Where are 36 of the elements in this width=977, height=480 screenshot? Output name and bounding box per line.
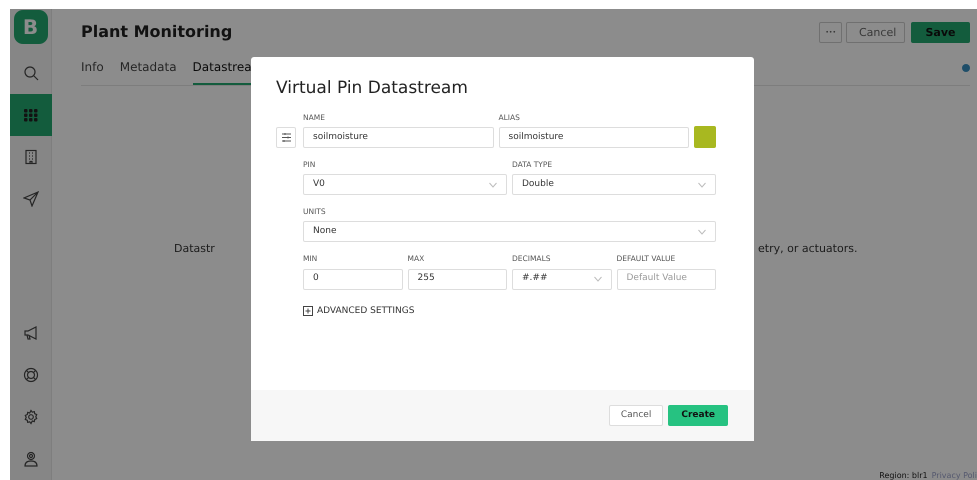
- color-swatch[interactable]: [694, 126, 716, 148]
- sidebar-item[interactable]: [10, 94, 52, 136]
- settings-icon[interactable]: [276, 126, 296, 148]
- empty-state-text: etry, or actuators.: [758, 241, 858, 257]
- building-icon: [24, 150, 36, 164]
- settings-icon: [24, 409, 37, 425]
- user-icon: [24, 452, 38, 467]
- chevron-down-icon: [698, 228, 706, 235]
- region-text: Region: blr1: [879, 471, 928, 480]
- tab[interactable]: Metadata: [120, 58, 177, 85]
- search-icon: [24, 66, 38, 80]
- chevron-down-icon: [698, 182, 706, 188]
- lifebuoy-icon: [23, 368, 38, 382]
- select-field[interactable]: #.##: [512, 268, 612, 290]
- input-field[interactable]: 0: [303, 268, 402, 290]
- paper-plane-icon: [22, 191, 38, 207]
- info-icon: [962, 64, 970, 72]
- select-field[interactable]: V0: [303, 174, 507, 195]
- cancel-button[interactable]: Cancel: [608, 405, 664, 426]
- select-field[interactable]: Double: [512, 174, 716, 195]
- create-button[interactable]: Create: [668, 405, 728, 426]
- chevron-down-icon: [594, 276, 602, 282]
- input-field[interactable]: 255: [408, 268, 507, 290]
- input-field[interactable]: soilmoisture: [498, 126, 689, 148]
- input-field[interactable]: soilmoisture: [303, 126, 494, 148]
- plus-box-icon: [303, 306, 313, 316]
- advanced-settings-toggle[interactable]: ADVANCED SETTINGS: [303, 304, 414, 318]
- logo: B: [14, 10, 48, 44]
- empty-state-text: Datastr: [174, 241, 215, 257]
- chevron-down-icon: [489, 182, 497, 188]
- page-title: Plant Monitoring: [81, 21, 232, 43]
- select-field[interactable]: None: [303, 221, 716, 242]
- modal-title: Virtual Pin Datastream: [276, 77, 469, 100]
- tab[interactable]: Info: [81, 58, 104, 85]
- megaphone-icon: [24, 326, 36, 340]
- grid-icon: [24, 109, 37, 122]
